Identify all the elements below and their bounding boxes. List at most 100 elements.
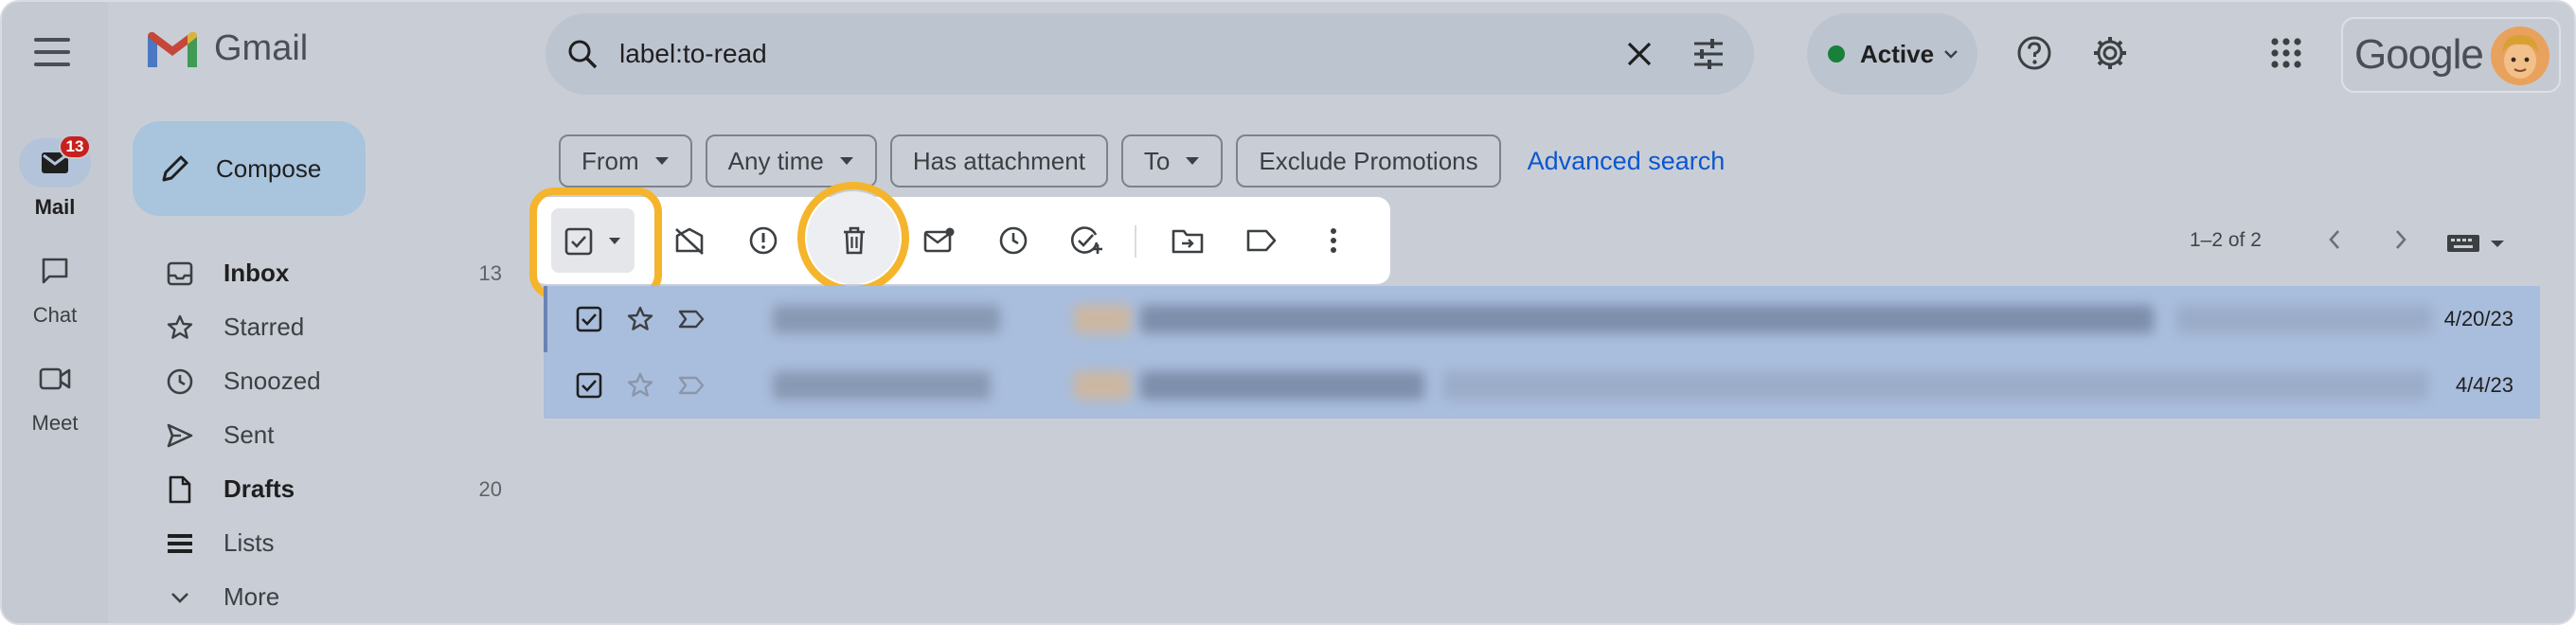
importance-marker-icon[interactable]: [674, 368, 708, 402]
star-icon: [167, 314, 193, 339]
inbox-count: 13: [478, 260, 502, 285]
status-label: Active: [1860, 39, 1935, 68]
advanced-search-link[interactable]: Advanced search: [1528, 147, 1726, 176]
search-icon: [568, 40, 598, 69]
blurred-subject: [1140, 371, 1424, 400]
nav-item-inbox[interactable]: Inbox 13: [133, 246, 511, 300]
draft-icon: [169, 475, 191, 503]
blurred-snippet: [2176, 305, 2432, 333]
chevron-down-icon: [1944, 50, 1958, 59]
clear-search-icon[interactable]: [1623, 38, 1655, 70]
rail-item-mail[interactable]: 13 Mail: [2, 134, 108, 220]
gmail-window: 13 Mail Chat Meet Gmail Compose Inbox 13…: [0, 0, 2576, 625]
table-row[interactable]: 4/4/23: [544, 352, 2540, 419]
compose-label: Compose: [216, 153, 322, 183]
nav-item-more[interactable]: More: [133, 570, 511, 623]
blurred-snippet: [1443, 371, 2428, 400]
snooze-icon[interactable]: [994, 222, 1032, 259]
nav-label-lists: Lists: [224, 528, 275, 557]
star-icon[interactable]: [623, 368, 657, 402]
blurred-subject: [1140, 305, 2154, 333]
status-selector[interactable]: Active: [1807, 13, 1977, 95]
rail-item-meet[interactable]: Meet: [2, 354, 108, 436]
chevron-right-icon[interactable]: [2392, 225, 2409, 254]
search-options-icon[interactable]: [1691, 38, 1726, 70]
table-row[interactable]: 4/20/23: [544, 286, 2540, 352]
blurred-label: [1074, 305, 1131, 333]
filter-chip-from[interactable]: From: [559, 134, 692, 188]
input-tools-icon[interactable]: [2445, 229, 2508, 256]
apps-grid-icon[interactable]: [2267, 34, 2305, 72]
nav-label-sent: Sent: [224, 420, 275, 449]
row-date: 4/4/23: [2455, 373, 2513, 397]
send-icon: [167, 423, 193, 447]
dropdown-caret-icon: [654, 157, 669, 165]
chip-label: From: [581, 146, 639, 175]
add-to-tasks-icon[interactable]: [1068, 222, 1106, 259]
folder-nav: Inbox 13 Starred Snoozed Sent Drafts 20 …: [133, 246, 511, 623]
dropdown-caret-icon: [1186, 157, 1200, 165]
unread-badge: 13: [59, 134, 91, 159]
blurred-sender: [773, 305, 1000, 333]
google-wordmark: Google: [2354, 31, 2484, 78]
delete-highlight: [797, 182, 909, 294]
rail-label-meet: Meet: [31, 411, 79, 435]
nav-label-snoozed: Snoozed: [224, 366, 321, 395]
clock-icon: [167, 368, 193, 394]
gear-icon[interactable]: [2091, 34, 2129, 72]
account-switcher[interactable]: Google: [2341, 17, 2561, 93]
mark-unread-mail-icon[interactable]: [921, 222, 958, 259]
gmail-logo[interactable]: Gmail: [146, 28, 308, 69]
gmail-m-icon: [148, 31, 197, 67]
filter-chip-exclude-promotions[interactable]: Exclude Promotions: [1236, 134, 1501, 188]
more-vert-icon[interactable]: [1315, 222, 1352, 259]
help-icon[interactable]: [2015, 34, 2053, 72]
nav-item-drafts[interactable]: Drafts 20: [133, 462, 511, 516]
row-checkbox-icon[interactable]: [572, 302, 606, 336]
chip-label: Exclude Promotions: [1259, 146, 1478, 175]
list-icon: [168, 533, 192, 553]
chip-label: Has attachment: [912, 146, 1085, 175]
chip-label: To: [1143, 146, 1171, 175]
search-bar[interactable]: label:to-read: [546, 13, 1754, 95]
mark-as-unread-icon[interactable]: [671, 222, 708, 259]
pencil-icon: [162, 155, 188, 182]
app-name: Gmail: [214, 28, 309, 68]
search-filter-chips: From Any time Has attachment To Exclude …: [559, 134, 1725, 188]
search-input[interactable]: label:to-read: [619, 39, 767, 69]
nav-label-more: More: [224, 582, 280, 611]
avatar[interactable]: [2491, 27, 2549, 85]
importance-marker-icon[interactable]: [674, 302, 708, 336]
label-icon[interactable]: [1243, 222, 1280, 259]
compose-button[interactable]: Compose: [133, 121, 366, 216]
nav-item-sent[interactable]: Sent: [133, 408, 511, 462]
row-date: 4/20/23: [2443, 307, 2513, 330]
dropdown-caret-icon: [839, 157, 853, 165]
nav-item-lists[interactable]: Lists: [133, 516, 511, 570]
toolbar-divider: [1135, 225, 1136, 258]
app-rail: 13 Mail Chat Meet: [2, 2, 108, 623]
nav-item-starred[interactable]: Starred: [133, 300, 511, 354]
inbox-icon: [167, 261, 193, 285]
report-spam-icon[interactable]: [744, 222, 782, 259]
nav-label-starred: Starred: [224, 312, 305, 341]
pagination-range: 1–2 of 2: [2190, 229, 2262, 251]
rail-item-chat[interactable]: Chat: [2, 246, 108, 328]
nav-label-drafts: Drafts: [224, 474, 295, 503]
filter-chip-to[interactable]: To: [1120, 134, 1224, 188]
chevron-left-icon[interactable]: [2326, 225, 2343, 254]
filter-chip-has-attachment[interactable]: Has attachment: [889, 134, 1108, 188]
select-all-highlight: [529, 188, 662, 299]
filter-chip-any-time[interactable]: Any time: [705, 134, 877, 188]
blurred-sender: [773, 371, 991, 400]
nav-label-inbox: Inbox: [224, 259, 290, 287]
blurred-label: [1074, 371, 1131, 400]
star-icon[interactable]: [623, 302, 657, 336]
drafts-count: 20: [478, 476, 502, 501]
move-to-icon[interactable]: [1169, 222, 1207, 259]
nav-item-snoozed[interactable]: Snoozed: [133, 354, 511, 408]
row-checkbox-icon[interactable]: [572, 368, 606, 402]
chip-label: Any time: [727, 146, 824, 175]
main-menu-icon[interactable]: [34, 38, 70, 66]
video-icon: [39, 367, 71, 390]
